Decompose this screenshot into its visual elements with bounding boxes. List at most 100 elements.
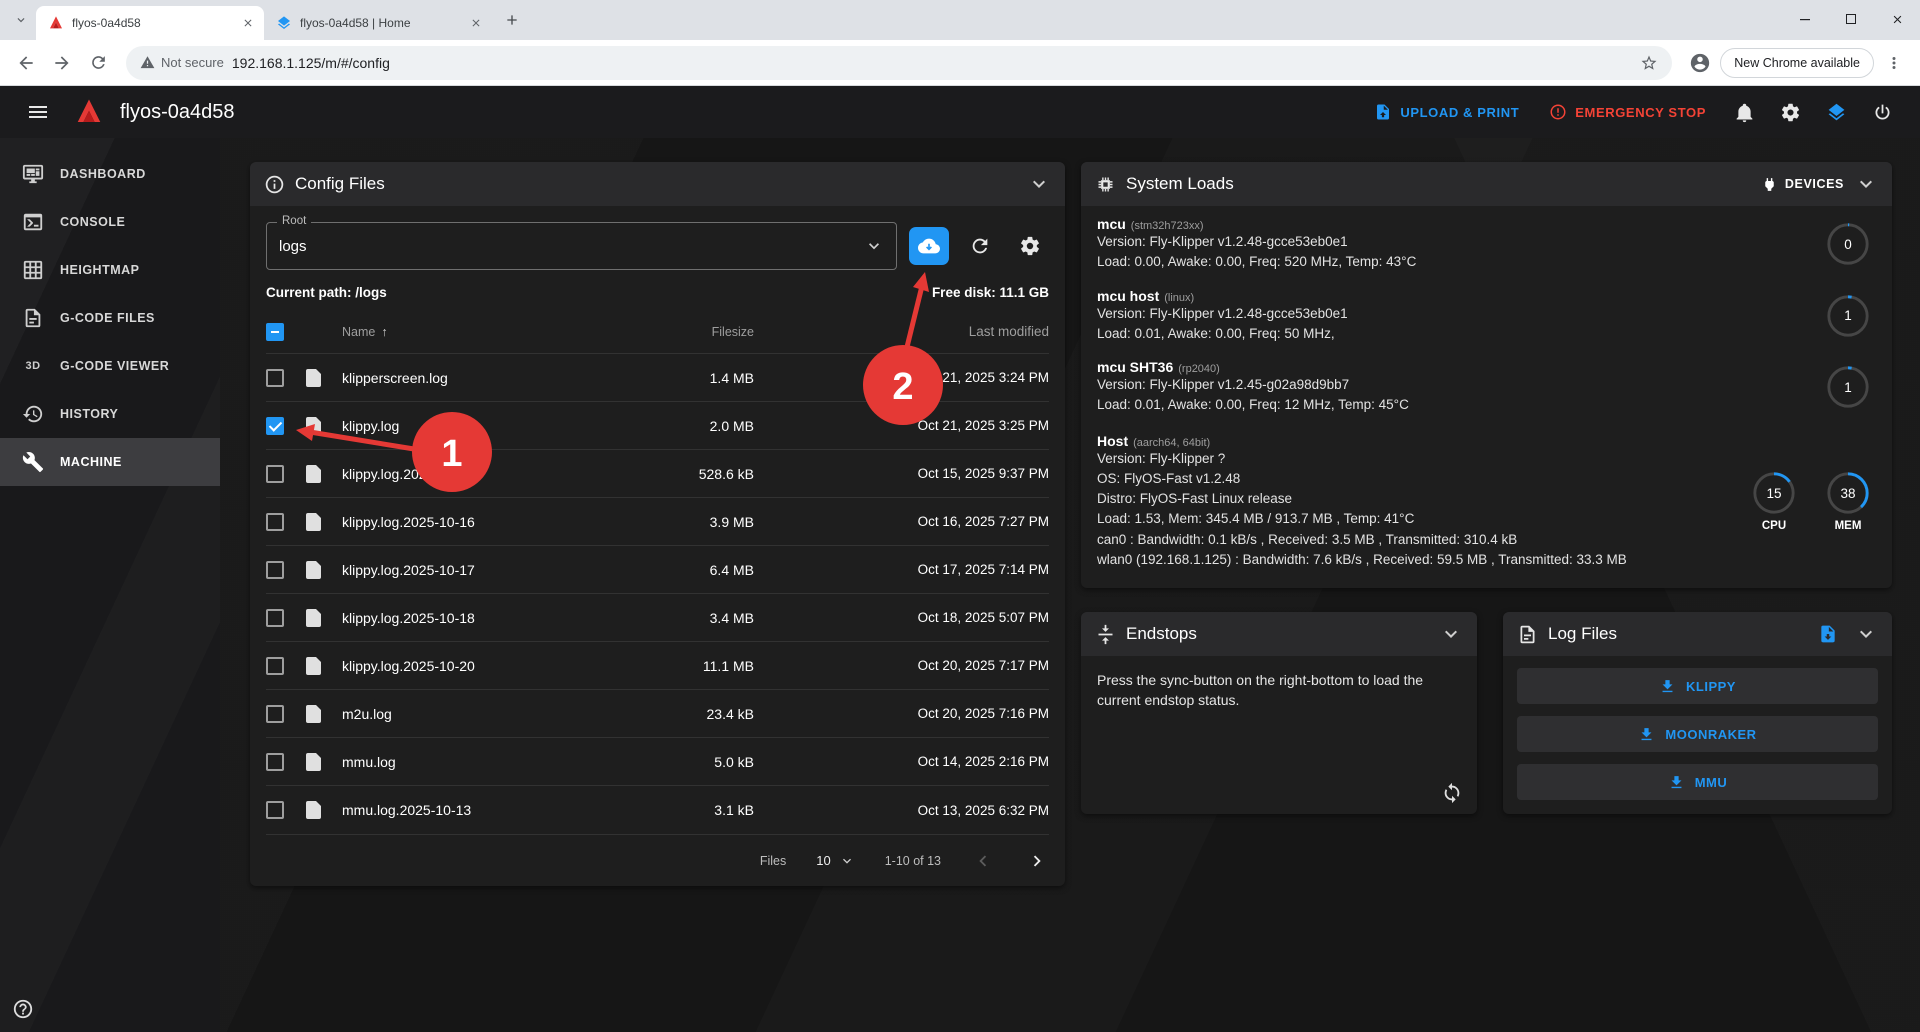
tab-list-chevron-icon[interactable]	[8, 7, 34, 33]
table-row[interactable]: klippy.log.2025-10-15 528.6 kB Oct 15, 2…	[266, 450, 1049, 498]
column-name[interactable]: Name↑	[342, 325, 604, 339]
per-page-select[interactable]: 10	[816, 853, 854, 869]
table-row[interactable]: mmu.log.2025-10-13 3.1 kB Oct 13, 2025 6…	[266, 786, 1049, 834]
chevron-down-icon[interactable]	[1854, 172, 1878, 196]
row-checkbox[interactable]	[266, 513, 284, 531]
close-window-button[interactable]	[1874, 0, 1920, 38]
back-button[interactable]	[10, 47, 42, 79]
devices-button[interactable]: DEVICES	[1761, 176, 1844, 193]
row-checkbox[interactable]	[266, 753, 284, 771]
forward-button[interactable]	[46, 47, 78, 79]
browser-tab-inactive[interactable]: flyos-0a4d58 | Home	[264, 6, 492, 40]
prev-page-button[interactable]	[971, 849, 995, 873]
file-name[interactable]: klipperscreen.log	[342, 370, 604, 386]
file-name[interactable]: m2u.log	[342, 706, 604, 722]
sidebar-item-gcode-viewer[interactable]: 3D G-CODE VIEWER	[0, 342, 220, 390]
upload-print-button[interactable]: UPLOAD & PRINT	[1362, 95, 1531, 129]
sidebar-item-console[interactable]: CONSOLE	[0, 198, 220, 246]
help-icon[interactable]	[12, 998, 34, 1020]
browser-menu-kebab-icon[interactable]	[1878, 47, 1910, 79]
file-modified: Oct 21, 2025 3:25 PM	[834, 418, 1049, 433]
table-row[interactable]: klippy.log.2025-10-16 3.9 MB Oct 16, 202…	[266, 498, 1049, 546]
chrome-update-button[interactable]: New Chrome available	[1720, 48, 1874, 78]
row-checkbox[interactable]	[266, 705, 284, 723]
current-path: Current path: /logs	[266, 285, 387, 300]
column-modified[interactable]: Last modified	[834, 324, 1049, 339]
file-name[interactable]: klippy.log	[342, 418, 604, 434]
table-row[interactable]: klipperscreen.log 1.4 MB Oct 21, 2025 3:…	[266, 354, 1049, 402]
config-files-header[interactable]: Config Files	[250, 162, 1065, 206]
chevron-down-icon[interactable]	[1439, 622, 1463, 646]
mcu-section: mcu SHT36(rp2040) Version: Fly-Klipper v…	[1081, 349, 1892, 421]
endstops-header[interactable]: Endstops	[1081, 612, 1477, 656]
settings-gear-icon[interactable]	[1770, 92, 1810, 132]
file-name[interactable]: klippy.log.2025-10-15	[342, 466, 604, 482]
sidebar-item-dashboard[interactable]: DASHBOARD	[0, 150, 220, 198]
download-moonraker-log-button[interactable]: MOONRAKER	[1517, 716, 1878, 752]
address-bar[interactable]: Not secure 192.168.1.125/m/#/config	[126, 46, 1672, 80]
browser-tab-active[interactable]: flyos-0a4d58	[36, 6, 264, 40]
file-name[interactable]: mmu.log.2025-10-13	[342, 802, 604, 818]
sidebar-item-gcode-files[interactable]: G-CODE FILES	[0, 294, 220, 342]
download-klippy-log-button[interactable]: KLIPPY	[1517, 668, 1878, 704]
file-name[interactable]: klippy.log.2025-10-18	[342, 610, 604, 626]
system-loads-header[interactable]: System Loads DEVICES	[1081, 162, 1892, 206]
column-filesize[interactable]: Filesize	[604, 325, 754, 339]
tab-close-icon[interactable]	[239, 15, 256, 32]
download-icon	[1638, 726, 1655, 743]
bookmark-star-icon[interactable]	[1640, 54, 1658, 72]
row-checkbox[interactable]	[266, 801, 284, 819]
file-size: 1.4 MB	[604, 370, 754, 386]
row-checkbox[interactable]	[266, 369, 284, 387]
emergency-stop-button[interactable]: EMERGENCY STOP	[1537, 95, 1718, 129]
file-download-icon[interactable]	[1818, 624, 1838, 644]
root-select[interactable]: Root logs	[266, 222, 897, 270]
dashboard-icon	[22, 163, 44, 185]
cloud-download-button[interactable]	[909, 227, 949, 265]
hamburger-menu-icon[interactable]	[18, 92, 58, 132]
minimize-button[interactable]	[1782, 0, 1828, 38]
tab-close-icon[interactable]	[467, 15, 484, 32]
layers-icon[interactable]	[1816, 92, 1856, 132]
url-text[interactable]: 192.168.1.125/m/#/config	[232, 55, 1632, 71]
file-name[interactable]: klippy.log.2025-10-16	[342, 514, 604, 530]
table-row[interactable]: klippy.log.2025-10-18 3.4 MB Oct 18, 202…	[266, 594, 1049, 642]
reload-button[interactable]	[82, 47, 114, 79]
new-tab-button[interactable]	[498, 6, 525, 33]
refresh-button[interactable]	[961, 227, 999, 265]
next-page-button[interactable]	[1025, 849, 1049, 873]
sync-button[interactable]	[1441, 782, 1463, 804]
profile-avatar[interactable]	[1684, 47, 1716, 79]
file-name[interactable]: klippy.log.2025-10-20	[342, 658, 604, 674]
log-files-header[interactable]: Log Files	[1503, 612, 1892, 656]
info-icon	[264, 174, 285, 195]
power-icon[interactable]	[1862, 92, 1902, 132]
file-settings-gear-button[interactable]	[1011, 227, 1049, 265]
row-checkbox[interactable]	[266, 417, 284, 435]
maximize-button[interactable]	[1828, 0, 1874, 38]
table-row[interactable]: m2u.log 23.4 kB Oct 20, 2025 7:16 PM	[266, 690, 1049, 738]
row-checkbox[interactable]	[266, 561, 284, 579]
download-mmu-log-button[interactable]: MMU	[1517, 764, 1878, 800]
table-row[interactable]: klippy.log 2.0 MB Oct 21, 2025 3:25 PM	[266, 402, 1049, 450]
file-modified: Oct 21, 2025 3:24 PM	[834, 370, 1049, 385]
row-checkbox[interactable]	[266, 609, 284, 627]
table-row[interactable]: mmu.log 5.0 kB Oct 14, 2025 2:16 PM	[266, 738, 1049, 786]
chevron-down-icon[interactable]	[1854, 622, 1878, 646]
app-header: flyos-0a4d58 UPLOAD & PRINT EMERGENCY ST…	[0, 86, 1920, 138]
table-row[interactable]: klippy.log.2025-10-20 11.1 MB Oct 20, 20…	[266, 642, 1049, 690]
select-all-checkbox[interactable]	[266, 323, 284, 341]
notifications-bell-icon[interactable]	[1724, 92, 1764, 132]
file-name[interactable]: mmu.log	[342, 754, 604, 770]
file-name[interactable]: klippy.log.2025-10-17	[342, 562, 604, 578]
sidebar-item-history[interactable]: HISTORY	[0, 390, 220, 438]
file-modified: Oct 20, 2025 7:16 PM	[834, 706, 1049, 721]
security-indicator[interactable]: Not secure	[140, 55, 224, 70]
table-row[interactable]: klippy.log.2025-10-17 6.4 MB Oct 17, 202…	[266, 546, 1049, 594]
sidebar-item-heightmap[interactable]: HEIGHTMAP	[0, 246, 220, 294]
chevron-down-icon[interactable]	[1027, 172, 1051, 196]
row-checkbox[interactable]	[266, 657, 284, 675]
sidebar-item-machine[interactable]: MACHINE	[0, 438, 220, 486]
tab-title: flyos-0a4d58	[72, 16, 231, 30]
row-checkbox[interactable]	[266, 465, 284, 483]
